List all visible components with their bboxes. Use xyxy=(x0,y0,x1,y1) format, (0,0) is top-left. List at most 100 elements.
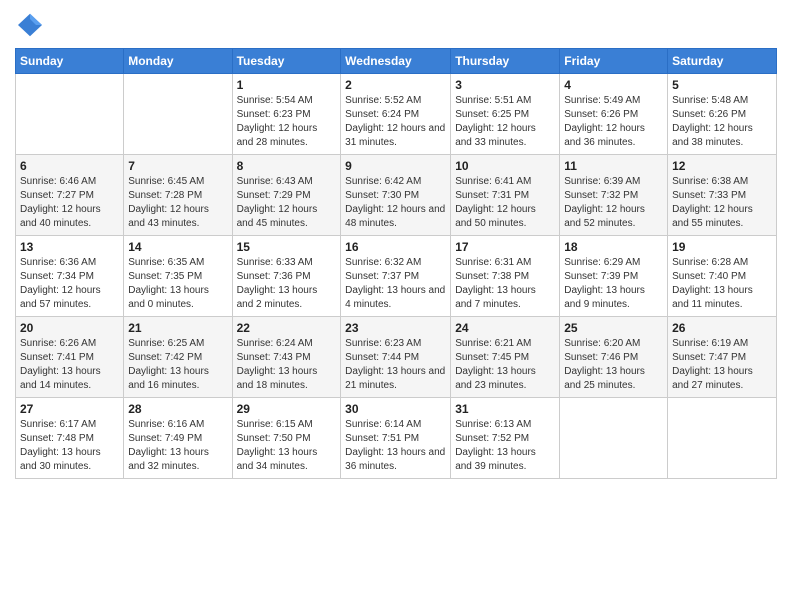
day-number: 13 xyxy=(20,240,119,254)
day-info: Sunrise: 6:43 AM Sunset: 7:29 PM Dayligh… xyxy=(237,175,337,231)
calendar-cell: 20 Sunrise: 6:26 AM Sunset: 7:41 PM Dayli… xyxy=(16,317,124,398)
day-number: 17 xyxy=(455,240,555,254)
day-number: 31 xyxy=(455,402,555,416)
calendar-cell: 28Sunrise: 6:16 AM Sunset: 7:49 PM Dayli… xyxy=(124,398,232,479)
calendar-cell: 13 Sunrise: 6:36 AM Sunset: 7:34 PM Dayli… xyxy=(16,236,124,317)
weekday-header-friday: Friday xyxy=(560,49,668,74)
day-info: Sunrise: 5:52 AM Sunset: 6:24 PM Dayligh… xyxy=(345,94,446,150)
day-info: Sunrise: 6:38 AM Sunset: 7:33 PM Dayligh… xyxy=(672,175,772,231)
day-info: Sunrise: 6:20 AM Sunset: 7:46 PM Dayligh… xyxy=(564,337,663,393)
calendar-cell xyxy=(668,398,777,479)
calendar-cell xyxy=(560,398,668,479)
day-number: 11 xyxy=(564,159,663,173)
day-info: Sunrise: 6:13 AM Sunset: 7:52 PM Dayligh… xyxy=(455,418,555,474)
day-number: 15 xyxy=(237,240,337,254)
day-number: 10 xyxy=(455,159,555,173)
calendar-week-2: 13 Sunrise: 6:36 AM Sunset: 7:34 PM Dayli… xyxy=(16,236,777,317)
calendar-cell: 11 Sunrise: 6:39 AM Sunset: 7:32 PM Dayli… xyxy=(560,155,668,236)
weekday-header-tuesday: Tuesday xyxy=(232,49,341,74)
day-info: Sunrise: 6:45 AM Sunset: 7:28 PM Dayligh… xyxy=(128,175,227,231)
calendar-cell: 27 Sunrise: 6:17 AM Sunset: 7:48 PM Dayli… xyxy=(16,398,124,479)
day-number: 23 xyxy=(345,321,446,335)
day-info: Sunrise: 6:17 AM Sunset: 7:48 PM Dayligh… xyxy=(20,418,119,474)
calendar-cell: 30 Sunrise: 6:14 AM Sunset: 7:51 PM Dayli… xyxy=(341,398,451,479)
day-info: Sunrise: 5:48 AM Sunset: 6:26 PM Dayligh… xyxy=(672,94,772,150)
calendar-cell: 1Sunrise: 5:54 AM Sunset: 6:23 PM Daylig… xyxy=(232,74,341,155)
logo-icon xyxy=(15,10,45,40)
calendar-cell: 3 Sunrise: 5:51 AM Sunset: 6:25 PM Daylig… xyxy=(451,74,560,155)
calendar-week-1: 6 Sunrise: 6:46 AM Sunset: 7:27 PM Daylig… xyxy=(16,155,777,236)
calendar-cell: 25Sunrise: 6:20 AM Sunset: 7:46 PM Dayli… xyxy=(560,317,668,398)
header xyxy=(15,10,777,40)
day-number: 20 xyxy=(20,321,119,335)
weekday-header-saturday: Saturday xyxy=(668,49,777,74)
day-number: 3 xyxy=(455,78,555,92)
calendar-cell: 6 Sunrise: 6:46 AM Sunset: 7:27 PM Daylig… xyxy=(16,155,124,236)
day-info: Sunrise: 6:41 AM Sunset: 7:31 PM Dayligh… xyxy=(455,175,555,231)
day-number: 6 xyxy=(20,159,119,173)
calendar-cell: 16Sunrise: 6:32 AM Sunset: 7:37 PM Dayli… xyxy=(341,236,451,317)
day-info: Sunrise: 6:42 AM Sunset: 7:30 PM Dayligh… xyxy=(345,175,446,231)
calendar-cell: 12 Sunrise: 6:38 AM Sunset: 7:33 PM Dayli… xyxy=(668,155,777,236)
weekday-header-thursday: Thursday xyxy=(451,49,560,74)
calendar-table: SundayMondayTuesdayWednesdayThursdayFrid… xyxy=(15,48,777,479)
day-number: 1 xyxy=(237,78,337,92)
day-info: Sunrise: 6:25 AM Sunset: 7:42 PM Dayligh… xyxy=(128,337,227,393)
calendar-cell: 4Sunrise: 5:49 AM Sunset: 6:26 PM Daylig… xyxy=(560,74,668,155)
calendar-body: 1Sunrise: 5:54 AM Sunset: 6:23 PM Daylig… xyxy=(16,74,777,479)
calendar-cell: 19Sunrise: 6:28 AM Sunset: 7:40 PM Dayli… xyxy=(668,236,777,317)
day-info: Sunrise: 6:39 AM Sunset: 7:32 PM Dayligh… xyxy=(564,175,663,231)
calendar-cell: 9 Sunrise: 6:42 AM Sunset: 7:30 PM Daylig… xyxy=(341,155,451,236)
calendar-cell: 23 Sunrise: 6:23 AM Sunset: 7:44 PM Dayli… xyxy=(341,317,451,398)
calendar-week-3: 20 Sunrise: 6:26 AM Sunset: 7:41 PM Dayli… xyxy=(16,317,777,398)
day-number: 14 xyxy=(128,240,227,254)
day-number: 4 xyxy=(564,78,663,92)
calendar-cell: 29Sunrise: 6:15 AM Sunset: 7:50 PM Dayli… xyxy=(232,398,341,479)
day-info: Sunrise: 6:16 AM Sunset: 7:49 PM Dayligh… xyxy=(128,418,227,474)
weekday-header-wednesday: Wednesday xyxy=(341,49,451,74)
day-number: 12 xyxy=(672,159,772,173)
day-number: 21 xyxy=(128,321,227,335)
calendar-cell: 7 Sunrise: 6:45 AM Sunset: 7:28 PM Daylig… xyxy=(124,155,232,236)
day-info: Sunrise: 6:19 AM Sunset: 7:47 PM Dayligh… xyxy=(672,337,772,393)
calendar-cell: 5Sunrise: 5:48 AM Sunset: 6:26 PM Daylig… xyxy=(668,74,777,155)
day-number: 16 xyxy=(345,240,446,254)
day-number: 24 xyxy=(455,321,555,335)
calendar-cell xyxy=(16,74,124,155)
day-info: Sunrise: 6:36 AM Sunset: 7:34 PM Dayligh… xyxy=(20,256,119,312)
day-info: Sunrise: 6:28 AM Sunset: 7:40 PM Dayligh… xyxy=(672,256,772,312)
day-number: 18 xyxy=(564,240,663,254)
logo xyxy=(15,10,49,40)
calendar-header: SundayMondayTuesdayWednesdayThursdayFrid… xyxy=(16,49,777,74)
day-number: 22 xyxy=(237,321,337,335)
day-info: Sunrise: 6:14 AM Sunset: 7:51 PM Dayligh… xyxy=(345,418,446,474)
day-number: 26 xyxy=(672,321,772,335)
weekday-row: SundayMondayTuesdayWednesdayThursdayFrid… xyxy=(16,49,777,74)
calendar-cell: 24 Sunrise: 6:21 AM Sunset: 7:45 PM Dayli… xyxy=(451,317,560,398)
calendar-cell: 18 Sunrise: 6:29 AM Sunset: 7:39 PM Dayli… xyxy=(560,236,668,317)
day-number: 27 xyxy=(20,402,119,416)
day-info: Sunrise: 6:21 AM Sunset: 7:45 PM Dayligh… xyxy=(455,337,555,393)
day-info: Sunrise: 6:23 AM Sunset: 7:44 PM Dayligh… xyxy=(345,337,446,393)
weekday-header-sunday: Sunday xyxy=(16,49,124,74)
calendar-week-4: 27 Sunrise: 6:17 AM Sunset: 7:48 PM Dayli… xyxy=(16,398,777,479)
calendar-cell: 8 Sunrise: 6:43 AM Sunset: 7:29 PM Daylig… xyxy=(232,155,341,236)
weekday-header-monday: Monday xyxy=(124,49,232,74)
day-info: Sunrise: 6:35 AM Sunset: 7:35 PM Dayligh… xyxy=(128,256,227,312)
day-number: 9 xyxy=(345,159,446,173)
day-number: 7 xyxy=(128,159,227,173)
day-number: 29 xyxy=(237,402,337,416)
calendar-cell: 22Sunrise: 6:24 AM Sunset: 7:43 PM Dayli… xyxy=(232,317,341,398)
day-info: Sunrise: 6:46 AM Sunset: 7:27 PM Dayligh… xyxy=(20,175,119,231)
calendar-week-0: 1Sunrise: 5:54 AM Sunset: 6:23 PM Daylig… xyxy=(16,74,777,155)
calendar-cell: 10 Sunrise: 6:41 AM Sunset: 7:31 PM Dayli… xyxy=(451,155,560,236)
calendar-cell: 31 Sunrise: 6:13 AM Sunset: 7:52 PM Dayli… xyxy=(451,398,560,479)
day-number: 8 xyxy=(237,159,337,173)
day-info: Sunrise: 6:31 AM Sunset: 7:38 PM Dayligh… xyxy=(455,256,555,312)
day-info: Sunrise: 5:51 AM Sunset: 6:25 PM Dayligh… xyxy=(455,94,555,150)
day-info: Sunrise: 6:26 AM Sunset: 7:41 PM Dayligh… xyxy=(20,337,119,393)
calendar-cell: 26 Sunrise: 6:19 AM Sunset: 7:47 PM Dayli… xyxy=(668,317,777,398)
calendar-cell xyxy=(124,74,232,155)
day-number: 30 xyxy=(345,402,446,416)
day-info: Sunrise: 6:29 AM Sunset: 7:39 PM Dayligh… xyxy=(564,256,663,312)
